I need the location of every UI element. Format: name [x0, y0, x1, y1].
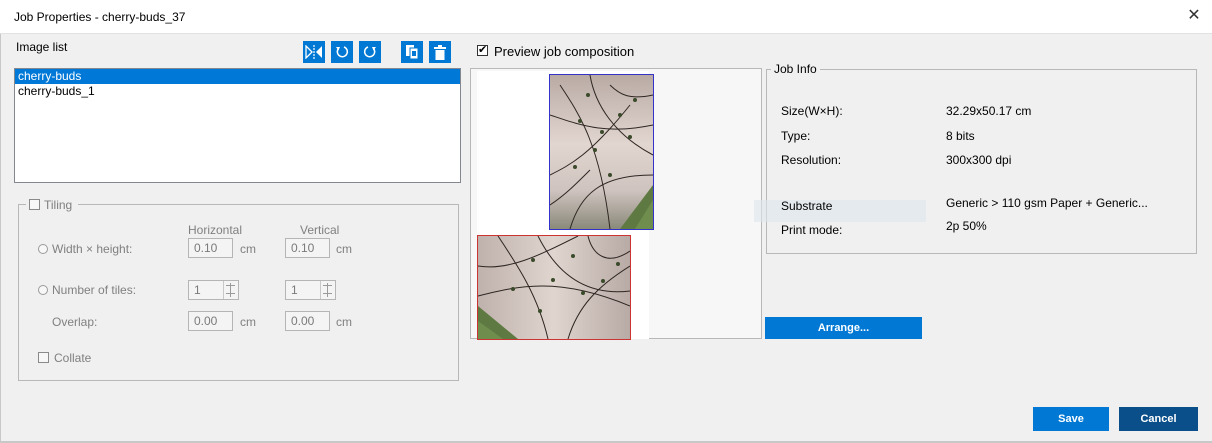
unit-label: cm — [240, 242, 256, 256]
unit-label: cm — [336, 315, 352, 329]
image-thumbnail-landscape[interactable] — [477, 235, 631, 340]
preview-checkbox[interactable] — [477, 43, 488, 56]
rotate-right-icon[interactable] — [359, 41, 381, 63]
tiling-legend: Tiling — [26, 198, 79, 212]
title-bar: Job Properties - cherry-buds_37 ✕ — [0, 0, 1212, 34]
tile-height-input[interactable]: 0.10 — [285, 238, 330, 258]
delete-icon[interactable] — [429, 41, 451, 63]
vertical-column-label: Vertical — [300, 223, 340, 237]
unit-label: cm — [336, 242, 352, 256]
stepper-arrows-icon[interactable] — [320, 281, 334, 299]
tile-width-input[interactable]: 0.10 — [188, 238, 233, 258]
horizontal-column-label: Horizontal — [188, 223, 243, 237]
stepper-arrows-icon[interactable] — [223, 281, 237, 299]
collate-label: Collate — [54, 351, 92, 365]
collate-checkbox[interactable] — [38, 352, 49, 363]
image-thumbnail-portrait[interactable] — [549, 74, 654, 230]
width-height-label: Width × height: — [52, 242, 133, 256]
image-list-label: Image list — [16, 40, 68, 54]
image-list[interactable]: cherry-buds cherry-buds_1 — [14, 68, 461, 183]
print-mode-value: 2p 50% — [946, 219, 987, 233]
type-value: 8 bits — [946, 129, 975, 143]
overlap-label: Overlap: — [52, 315, 98, 329]
type-label: Type: — [781, 129, 811, 143]
list-item[interactable]: cherry-buds — [15, 69, 460, 84]
close-icon[interactable]: ✕ — [1182, 5, 1206, 29]
tiles-horizontal-value: 1 — [194, 283, 201, 297]
window-border-left — [0, 34, 1, 443]
number-of-tiles-label: Number of tiles: — [52, 283, 137, 297]
substrate-value: Generic > 110 gsm Paper + Generic... — [946, 196, 1148, 210]
unit-label: cm — [240, 315, 256, 329]
tiling-label: Tiling — [44, 198, 73, 212]
cancel-button[interactable]: Cancel — [1119, 407, 1198, 431]
preview-pane[interactable] — [470, 68, 762, 340]
tiles-vertical-value: 1 — [291, 283, 298, 297]
resolution-value: 300x300 dpi — [946, 153, 1012, 167]
tiles-vertical-stepper[interactable]: 1 — [285, 280, 336, 300]
ghost-drag-overlay — [754, 200, 926, 222]
overlap-vertical-input[interactable]: 0.00 — [285, 311, 330, 331]
copy-image-icon[interactable] — [401, 41, 423, 63]
preview-label: Preview job composition — [494, 44, 635, 59]
print-mode-label: Print mode: — [781, 223, 843, 237]
resolution-label: Resolution: — [781, 153, 842, 167]
size-label: Size(W×H): — [781, 104, 843, 118]
flip-horizontal-icon[interactable] — [303, 41, 325, 63]
job-info-legend: Job Info — [771, 62, 820, 76]
tiling-checkbox[interactable] — [29, 199, 40, 210]
save-button[interactable]: Save — [1033, 407, 1109, 431]
substrate-label: Substrate — [781, 199, 833, 213]
overlap-horizontal-input[interactable]: 0.00 — [188, 311, 233, 331]
preview-canvas — [477, 71, 654, 340]
rotate-left-icon[interactable] — [331, 41, 353, 63]
list-item[interactable]: cherry-buds_1 — [15, 84, 460, 99]
arrange-button[interactable]: Arrange... — [765, 317, 922, 339]
window-title: Job Properties - cherry-buds_37 — [14, 10, 186, 24]
size-value: 32.29x50.17 cm — [946, 104, 1032, 118]
tiles-horizontal-stepper[interactable]: 1 — [188, 280, 239, 300]
number-of-tiles-radio[interactable] — [38, 285, 48, 295]
width-height-radio[interactable] — [38, 244, 48, 254]
